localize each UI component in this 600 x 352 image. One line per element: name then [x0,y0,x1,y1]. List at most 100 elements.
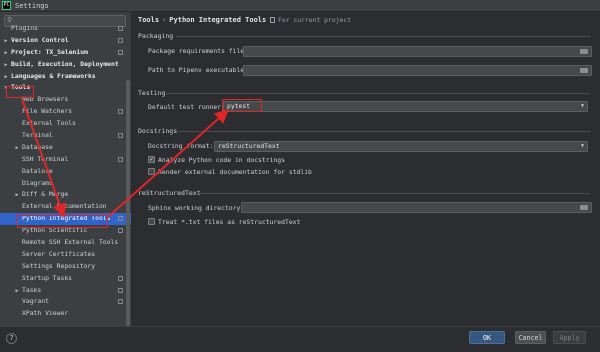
sidebar-item[interactable]: ▶ Diff & Merge [0,189,131,201]
section-restructuredtext: reStructuredText [138,189,201,197]
analyze-docstrings-row[interactable]: ✓ Analyze Python code in docstrings [148,155,285,164]
project-config-icon [118,109,123,115]
project-config-icon [118,49,123,55]
sidebar-item[interactable]: Vagrant [0,296,131,308]
analyze-docstrings-checkbox[interactable]: ✓ [148,155,155,163]
section-docstrings: Docstrings [138,127,178,135]
docstring-format-select[interactable]: reStructuredText ▼ [214,141,588,152]
sidebar-item[interactable]: Terminal [0,130,131,142]
sidebar-item[interactable]: ▶ Tasks [0,285,131,297]
project-config-icon [118,156,123,162]
browse-folder-icon[interactable] [580,49,588,54]
sidebar-scrollbar[interactable] [126,80,130,326]
annotation-box-tools [6,86,34,98]
render-docs-row[interactable]: Render external documentation for stdlib [148,167,312,176]
test-runner-select[interactable]: pytest ▼ [223,101,588,112]
sidebar-item-label: Database [22,142,53,151]
sidebar-item[interactable]: Startup Tasks [0,273,131,285]
sidebar-item[interactable]: Diagrams [0,178,131,190]
apply-button[interactable]: Apply [553,331,586,344]
breadcrumb-current: Python Integrated Tools [169,16,267,24]
breadcrumb-separator: › [162,16,167,24]
treat-txt-label: Treat *.txt files as reStructuredText [158,218,301,226]
settings-tree: Plugins ▶ Version Control ▶ Project: TX_Sele… [0,24,131,320]
sidebar-item[interactable]: ▶ Build, Execution, Deployment [0,59,131,71]
sidebar-item[interactable]: External Tools [0,118,131,130]
sidebar-item-label: Project: TX_Selenium [11,47,88,56]
sidebar-item[interactable]: Datalore [0,166,131,178]
window-title: Settings [15,1,49,10]
scope-label: For current project [278,16,352,24]
sidebar-item[interactable]: XPath Viewer [0,308,131,320]
sidebar-item-label: Datalore [22,166,53,175]
breadcrumb: Tools › Python Integrated Tools [138,14,266,26]
sidebar-item-label: Languages & Frameworks [11,71,96,80]
settings-content: Tools › Python Integrated Tools For curren… [132,12,600,326]
sidebar-item-label: Version Control [11,35,69,44]
treat-txt-row[interactable]: Treat *.txt files as reStructuredText [148,217,301,226]
pipenv-path-input[interactable] [243,65,592,76]
analyze-docstrings-label: Analyze Python code in docstrings [158,156,285,164]
browse-folder-icon[interactable] [580,68,588,73]
project-config-icon [118,228,123,234]
section-divider [196,193,590,194]
sidebar-item[interactable]: ▶ Version Control [0,35,131,47]
section-divider [166,93,590,94]
sidebar-item-label: Terminal [22,131,53,140]
annotation-box-pytest [222,99,262,112]
sidebar-item[interactable]: Server Certificates [0,249,131,261]
project-config-icon [118,299,123,305]
chevron-down-icon: ▼ [580,143,584,149]
section-packaging: Packaging [138,32,174,40]
project-config-icon [118,37,123,43]
docstring-format-value: reStructuredText [218,142,280,150]
project-config-icon [118,26,123,31]
render-docs-label: Render external documentation for stdlib [158,168,312,176]
sidebar-item-label: Startup Tasks [22,273,73,282]
breadcrumb-parent[interactable]: Tools [138,16,159,24]
section-divider [178,131,590,132]
sidebar-item-label: Build, Execution, Deployment [11,59,119,68]
project-scope-icon [270,17,275,23]
sidebar-item-label: File Watchers [22,107,73,116]
cancel-button[interactable]: Cancel [515,331,546,344]
render-docs-checkbox[interactable] [148,167,155,175]
dialog-footer [0,326,600,352]
sidebar-item-label: SSH Terminal [22,154,69,163]
sphinx-dir-input[interactable] [241,202,592,213]
sidebar-item[interactable]: External Documentation [0,201,131,213]
sidebar-item[interactable]: File Watchers [0,106,131,118]
sidebar-item[interactable]: Remote SSH External Tools [0,237,131,249]
sidebar-item[interactable]: SSH Terminal [0,154,131,166]
requirements-label: Package requirements file: [148,47,249,55]
sidebar-item-label: Remote SSH External Tools [22,238,119,247]
sidebar-item-label: Diff & Merge [22,190,69,199]
project-config-icon [118,216,123,222]
project-config-icon [118,275,123,281]
browse-folder-icon[interactable] [580,205,588,210]
sphinx-dir-label: Sphinx working directory: [148,204,245,212]
help-button[interactable]: ? [6,333,17,344]
treat-txt-checkbox[interactable] [148,217,155,225]
sidebar-item[interactable]: ▶ Database [0,142,131,154]
settings-sidebar: ⚲ Plugins ▶ Version Control ▶ Project: TX_Se… [0,12,132,326]
ok-button[interactable]: OK [469,331,505,344]
project-config-icon [118,133,123,139]
sidebar-item-label: Server Certificates [22,249,96,258]
sidebar-item[interactable]: Settings Repository [0,261,131,273]
section-testing: Testing [138,89,166,97]
sidebar-item-label: External Documentation [22,202,107,211]
sidebar-item[interactable]: ▶ Project: TX_Selenium [0,47,131,59]
test-runner-label: Default test runner: [148,103,225,111]
title-bar: PC Settings [0,0,600,12]
sidebar-item[interactable]: ▶ Languages & Frameworks [0,71,131,83]
sidebar-item-label: XPath Viewer [22,309,69,318]
sidebar-item-label: Vagrant [22,297,49,306]
scope-indicator: For current project [270,14,351,26]
sidebar-item[interactable]: Plugins [0,23,131,35]
chevron-down-icon: ▼ [580,103,584,109]
requirements-file-input[interactable] [243,46,592,57]
docstring-format-label: Docstring format: [148,142,214,150]
sidebar-item-label: Diagrams [22,178,53,187]
pipenv-label: Path to Pipenv executable: [148,66,249,74]
